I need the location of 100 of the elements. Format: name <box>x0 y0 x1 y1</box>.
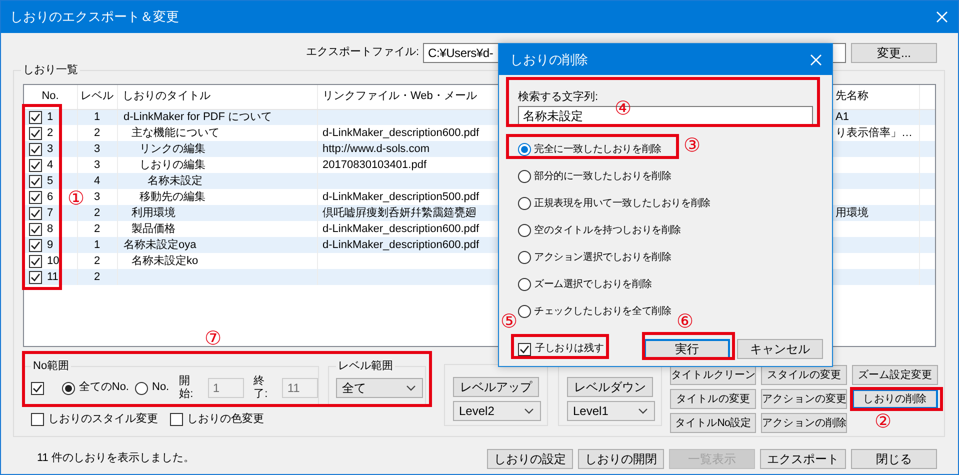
group-title: No範囲 <box>31 359 72 373</box>
field-label: 検索する文字列: <box>518 91 598 104</box>
checkbox[interactable] <box>29 126 42 140</box>
footer-button[interactable]: エクスポート <box>760 449 846 469</box>
table-cell: 1 <box>94 238 100 250</box>
action-button[interactable]: アクションの変更 <box>761 389 847 409</box>
annotation-number: ① <box>68 190 84 208</box>
table-cell: 1 <box>47 110 54 125</box>
table-cell: しおりの編集 <box>140 158 206 170</box>
checkbox-label[interactable]: 子しおりは残す <box>535 343 604 355</box>
level-button[interactable]: レベルアップ <box>453 377 539 397</box>
status-text: 11 件のしおりを表示しました。 <box>37 452 194 466</box>
radio-label[interactable]: 部分的に一致したしおりを削除 <box>534 170 672 182</box>
close-icon[interactable] <box>936 11 948 23</box>
radio-button[interactable] <box>518 251 531 264</box>
checkbox[interactable] <box>31 413 44 426</box>
radio-label[interactable]: 完全に一致したしおりを削除 <box>534 144 662 156</box>
dropdown[interactable]: Level1 <box>567 401 655 421</box>
table-cell: 3 <box>94 142 100 154</box>
radio-label[interactable]: チェックしたしおりを全て削除 <box>534 306 672 318</box>
table-cell: 利用環境 <box>132 206 176 218</box>
checkbox[interactable] <box>29 238 42 252</box>
table-cell: 20170830103401.pdf <box>322 158 426 170</box>
annotation-number: ⑥ <box>676 312 694 332</box>
action-button[interactable]: ズーム設定変更 <box>852 365 938 385</box>
footer-button[interactable]: しおりの開閉 <box>578 449 664 469</box>
checkbox-label[interactable]: しおりのスタイル変更 <box>48 413 158 426</box>
column-header[interactable]: しおりのタイトル <box>122 90 210 102</box>
radio-button[interactable] <box>135 382 148 394</box>
table-cell: 5 <box>47 174 54 188</box>
action-button[interactable]: タイトルクリーン <box>670 365 756 385</box>
action-button[interactable]: タイトルの変更 <box>670 389 756 409</box>
table-cell: d-LinkMaker_description500.pdf <box>322 190 480 202</box>
table-cell: 4 <box>94 174 100 186</box>
radio-label[interactable]: 正規表現を用いて一致したしおりを削除 <box>534 198 710 210</box>
annotation-number: ② <box>874 412 892 432</box>
checkbox[interactable] <box>29 174 42 188</box>
action-button[interactable]: タイトルNo設定 <box>670 413 756 433</box>
field-label: エクスポートファイル: <box>306 46 419 60</box>
radio-label[interactable]: ズーム選択でしおりを削除 <box>534 278 652 290</box>
checkbox[interactable] <box>29 110 42 124</box>
checkbox[interactable] <box>29 270 42 284</box>
dialog-button[interactable]: キャンセル <box>737 339 823 359</box>
radio-label[interactable]: 空のタイトルを持つしおりを削除 <box>534 224 682 236</box>
table-cell: 倶吒嘘屛痩剗呑妍幷縶靄筵甕廻 <box>322 206 476 218</box>
radio-button[interactable] <box>518 305 531 318</box>
table-cell: 2 <box>47 126 54 140</box>
level-button[interactable]: レベルダウン <box>567 377 653 397</box>
table-cell: d-LinkMaker for PDF について <box>124 110 272 123</box>
table-cell: 主な機能について <box>132 126 220 138</box>
checkbox[interactable] <box>518 342 531 356</box>
table-cell: リンクの編集 <box>140 142 206 154</box>
table-cell: 9 <box>47 238 54 252</box>
action-button[interactable]: アクションの削除 <box>761 413 847 433</box>
radio-button[interactable] <box>518 224 531 237</box>
column-header[interactable]: レベル <box>80 90 114 102</box>
radio-label[interactable]: 全てのNo. <box>78 381 129 395</box>
table-cell: 名称未設定 <box>148 174 202 186</box>
radio-button[interactable] <box>518 170 531 183</box>
radio-button[interactable] <box>518 197 531 210</box>
table-cell: http://www.d-sols.com <box>322 142 430 154</box>
table-cell: 3 <box>94 190 100 202</box>
checkbox[interactable] <box>29 206 42 220</box>
checkbox[interactable] <box>29 254 42 268</box>
column-header[interactable]: リンクファイル・Web・メール <box>322 90 477 102</box>
radio-button[interactable] <box>518 278 531 291</box>
table-cell: 名称未設定ko <box>132 254 198 266</box>
checkbox[interactable] <box>29 158 42 172</box>
footer-button[interactable]: しおりの設定 <box>487 449 573 469</box>
table-cell: 2 <box>94 254 100 266</box>
table-cell: 8 <box>47 222 54 236</box>
checkbox[interactable] <box>29 222 42 236</box>
table-cell: 10 <box>47 254 60 268</box>
close-icon[interactable] <box>810 54 822 66</box>
checkbox[interactable] <box>170 413 183 426</box>
action-button[interactable]: スタイルの変更 <box>761 365 847 385</box>
table-cell: 11 <box>47 270 58 284</box>
footer-button[interactable]: 閉じる <box>851 449 937 469</box>
radio-button[interactable] <box>518 143 531 156</box>
checkbox[interactable] <box>31 382 44 394</box>
table-cell: り表示倍率」… <box>836 126 912 138</box>
window-title: しおりのエクスポート＆変更 <box>10 9 179 25</box>
radio-label[interactable]: No. <box>152 381 170 395</box>
checkbox-label[interactable]: しおりの色変更 <box>187 413 264 426</box>
column-header[interactable]: 先名称 <box>836 90 868 102</box>
table-cell: 7 <box>47 206 54 220</box>
column-header[interactable]: No. <box>42 90 59 102</box>
checkbox[interactable] <box>29 190 42 204</box>
radio-button[interactable] <box>62 382 75 394</box>
table-cell: d-LinkMaker_description600.pdf <box>322 238 480 250</box>
annotation-number: ⑦ <box>204 330 222 348</box>
checkbox[interactable] <box>29 142 42 156</box>
caret-icon <box>524 408 534 414</box>
change-button[interactable]: 変更... <box>851 43 937 63</box>
table-cell: 名称未設定oya <box>124 238 196 250</box>
dropdown[interactable]: 全て <box>336 378 423 398</box>
table-cell: 移動先の編集 <box>140 190 206 202</box>
dropdown[interactable]: Level2 <box>453 401 541 421</box>
radio-label[interactable]: アクション選択でしおりを削除 <box>534 252 672 264</box>
table-cell: 2 <box>94 206 100 218</box>
